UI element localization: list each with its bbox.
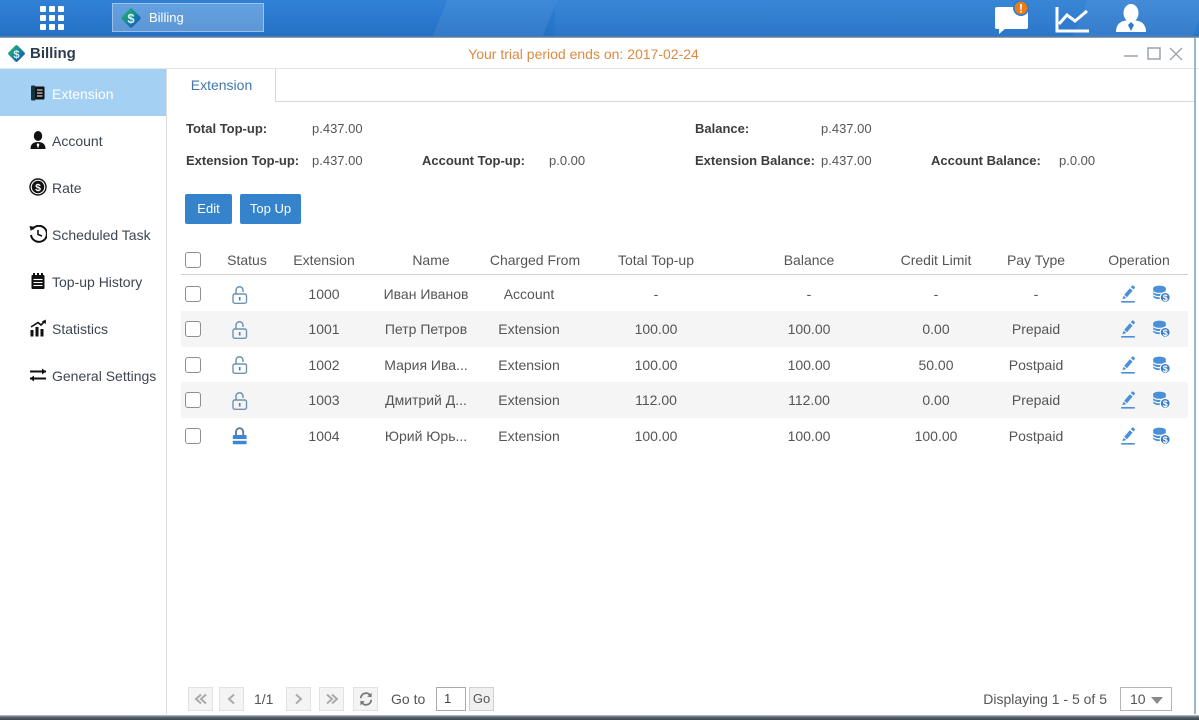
svg-text:$: $ <box>35 182 41 194</box>
svg-text:$: $ <box>127 11 135 26</box>
svg-text:$: $ <box>1163 364 1168 374</box>
svg-text:$: $ <box>1163 328 1168 338</box>
svg-text:$: $ <box>1163 434 1168 444</box>
svg-text:!: ! <box>1019 2 1023 16</box>
svg-text:$: $ <box>1163 399 1168 409</box>
svg-text:$: $ <box>1163 293 1168 303</box>
